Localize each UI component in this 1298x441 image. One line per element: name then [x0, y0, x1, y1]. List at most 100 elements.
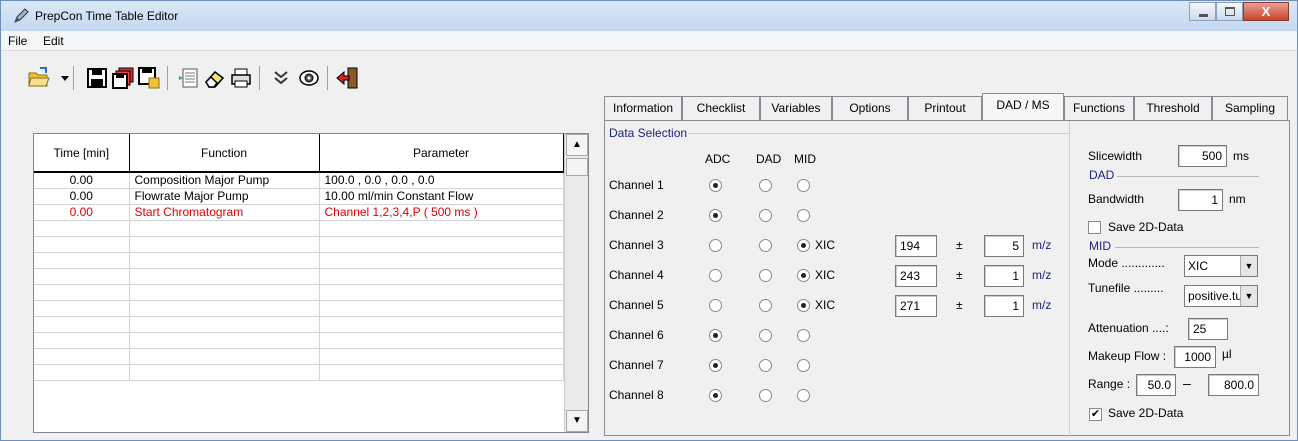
- time-cell[interactable]: 0.00: [34, 188, 130, 205]
- channel-radio-adc[interactable]: [709, 239, 722, 252]
- save-lock-button[interactable]: [137, 66, 161, 90]
- channel-radio-mid[interactable]: [797, 239, 810, 252]
- minimize-button[interactable]: [1189, 2, 1216, 21]
- empty-cell[interactable]: [129, 348, 320, 365]
- dad-save-2d-checkbox[interactable]: [1088, 221, 1101, 234]
- empty-cell[interactable]: [129, 284, 320, 301]
- channel-radio-dad[interactable]: [759, 269, 772, 282]
- table-row-empty[interactable]: [34, 284, 564, 301]
- table-row[interactable]: 0.00 Flowrate Major Pump 10.00 ml/min Cons…: [34, 188, 564, 205]
- range-from-input[interactable]: 50.0: [1136, 374, 1176, 396]
- tab-variables[interactable]: Variables: [760, 96, 832, 120]
- col-header-function[interactable]: Function: [129, 134, 320, 173]
- channel-radio-adc[interactable]: [709, 299, 722, 312]
- empty-cell[interactable]: [319, 220, 564, 237]
- scroll-down-button[interactable]: ▼: [566, 410, 588, 432]
- tunefile-select[interactable]: positive.tu ▼: [1184, 285, 1258, 307]
- tolerance-input[interactable]: 5: [984, 235, 1024, 257]
- table-row-empty[interactable]: [34, 252, 564, 269]
- parameter-cell[interactable]: 10.00 ml/min Constant Flow: [319, 188, 564, 205]
- open-dropdown-button[interactable]: [53, 66, 69, 90]
- channel-radio-mid[interactable]: [797, 359, 810, 372]
- bandwidth-input[interactable]: 1: [1178, 189, 1223, 211]
- channel-radio-dad[interactable]: [759, 389, 772, 402]
- open-folder-button[interactable]: [27, 66, 51, 90]
- table-row-empty[interactable]: [34, 300, 564, 317]
- attenuation-input[interactable]: 25: [1188, 318, 1228, 340]
- table-row-empty[interactable]: [34, 316, 564, 333]
- parameter-cell[interactable]: 100.0 , 0.0 , 0.0 , 0.0: [319, 172, 564, 189]
- table-row-empty[interactable]: [34, 236, 564, 253]
- table-row-empty[interactable]: [34, 348, 564, 365]
- makeup-flow-input[interactable]: 1000: [1174, 346, 1216, 368]
- channel-radio-mid[interactable]: [797, 389, 810, 402]
- tab-checklist[interactable]: Checklist: [682, 96, 760, 120]
- channel-radio-dad[interactable]: [759, 359, 772, 372]
- empty-cell[interactable]: [34, 268, 130, 285]
- range-to-input[interactable]: 800.0: [1208, 374, 1259, 396]
- table-row-empty[interactable]: [34, 268, 564, 285]
- empty-cell[interactable]: [319, 300, 564, 317]
- channel-radio-mid[interactable]: [797, 299, 810, 312]
- tab-sampling[interactable]: Sampling: [1212, 96, 1288, 120]
- empty-cell[interactable]: [319, 364, 564, 381]
- print-button[interactable]: [229, 66, 253, 90]
- channel-radio-adc[interactable]: [709, 329, 722, 342]
- table-row-empty[interactable]: [34, 364, 564, 381]
- empty-cell[interactable]: [129, 300, 320, 317]
- save-all-button[interactable]: [111, 66, 135, 90]
- empty-cell[interactable]: [129, 332, 320, 349]
- mid-save-2d-checkbox[interactable]: ✔: [1089, 408, 1102, 421]
- empty-cell[interactable]: [319, 348, 564, 365]
- view-button[interactable]: [297, 66, 321, 90]
- channel-radio-dad[interactable]: [759, 209, 772, 222]
- save-button[interactable]: [85, 66, 109, 90]
- expand-down-button[interactable]: [269, 66, 293, 90]
- mode-select[interactable]: XIC ▼: [1184, 255, 1258, 277]
- menu-file[interactable]: File: [8, 34, 27, 48]
- empty-cell[interactable]: [34, 220, 130, 237]
- slicewidth-input[interactable]: 500: [1178, 145, 1227, 167]
- empty-cell[interactable]: [34, 364, 130, 381]
- tab-options[interactable]: Options: [832, 96, 908, 120]
- menu-edit[interactable]: Edit: [43, 34, 64, 48]
- empty-cell[interactable]: [129, 268, 320, 285]
- eraser-button[interactable]: [203, 66, 227, 90]
- scroll-up-button[interactable]: ▲: [566, 134, 588, 156]
- maximize-button[interactable]: [1216, 2, 1243, 21]
- function-cell[interactable]: Flowrate Major Pump: [129, 188, 320, 205]
- insert-row-button[interactable]: [177, 66, 201, 90]
- time-cell[interactable]: 0.00: [34, 172, 130, 189]
- tab-dad-ms[interactable]: DAD / MS: [982, 93, 1064, 121]
- exit-button[interactable]: [335, 66, 359, 90]
- table-row[interactable]: 0.00 Composition Major Pump 100.0 , 0.0 , …: [34, 172, 564, 189]
- empty-cell[interactable]: [319, 268, 564, 285]
- empty-cell[interactable]: [129, 316, 320, 333]
- channel-radio-dad[interactable]: [759, 329, 772, 342]
- empty-cell[interactable]: [34, 300, 130, 317]
- time-table-grid[interactable]: Time [min] Function Parameter 0.00 Compos…: [33, 133, 589, 433]
- empty-cell[interactable]: [34, 236, 130, 253]
- mass-input[interactable]: 194: [895, 235, 937, 257]
- tab-functions[interactable]: Functions: [1064, 96, 1134, 120]
- empty-cell[interactable]: [34, 316, 130, 333]
- empty-cell[interactable]: [319, 332, 564, 349]
- channel-radio-mid[interactable]: [797, 209, 810, 222]
- channel-radio-adc[interactable]: [709, 269, 722, 282]
- empty-cell[interactable]: [129, 220, 320, 237]
- empty-cell[interactable]: [319, 284, 564, 301]
- empty-cell[interactable]: [319, 316, 564, 333]
- parameter-cell[interactable]: Channel 1,2,3,4,P ( 500 ms ): [319, 204, 564, 221]
- channel-radio-dad[interactable]: [759, 239, 772, 252]
- tolerance-input[interactable]: 1: [984, 265, 1024, 287]
- channel-radio-dad[interactable]: [759, 179, 772, 192]
- channel-radio-adc[interactable]: [709, 179, 722, 192]
- function-cell[interactable]: Composition Major Pump: [129, 172, 320, 189]
- empty-cell[interactable]: [129, 364, 320, 381]
- empty-cell[interactable]: [129, 252, 320, 269]
- tab-printout[interactable]: Printout: [908, 96, 982, 120]
- col-header-time[interactable]: Time [min]: [34, 134, 130, 173]
- empty-cell[interactable]: [129, 236, 320, 253]
- mass-input[interactable]: 243: [895, 265, 937, 287]
- time-cell[interactable]: 0.00: [34, 204, 130, 221]
